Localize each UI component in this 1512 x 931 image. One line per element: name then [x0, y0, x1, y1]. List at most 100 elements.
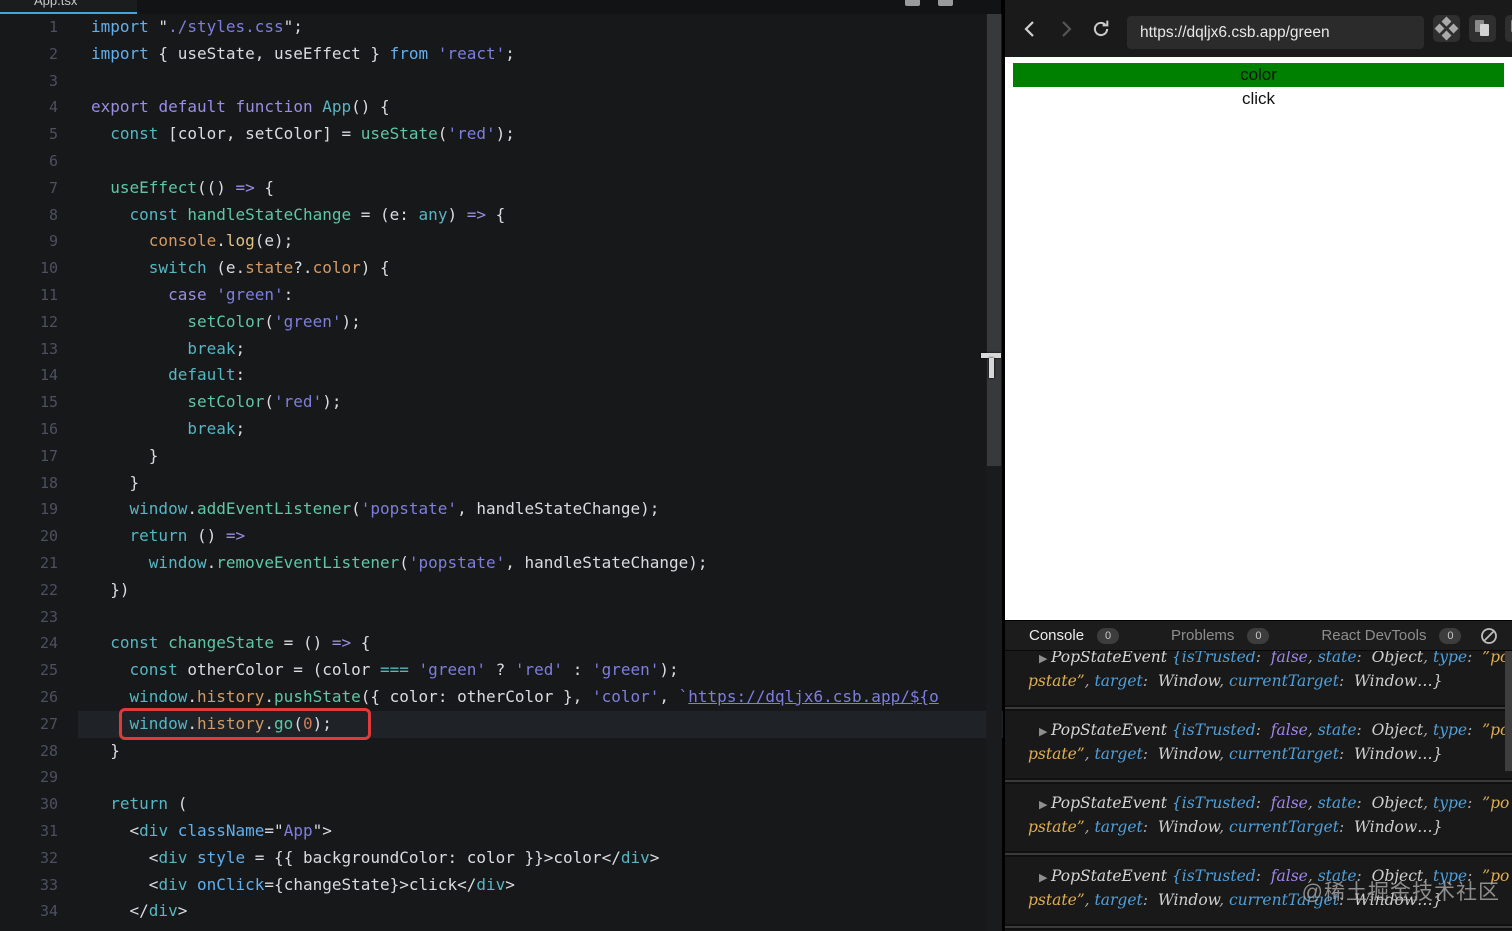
code-line[interactable]: 20 return () =>: [0, 523, 1003, 550]
editor-tab-bar: App.tsx: [0, 0, 1001, 14]
line-number: 20: [39, 527, 58, 546]
click-div[interactable]: click: [1005, 87, 1512, 111]
console-log-entry[interactable]: ▶ PopStateEvent {isTrusted: false, state…: [1005, 711, 1512, 778]
line-number: 33: [39, 875, 58, 894]
console-tab-label: Console: [1029, 627, 1085, 644]
console-tab-react-devtools[interactable]: React DevTools 0: [1321, 627, 1462, 644]
code-line[interactable]: 32 <div style = {{ backgroundColor: colo…: [0, 845, 1003, 872]
line-number: 19: [39, 500, 58, 519]
line-number: 24: [39, 634, 58, 653]
line-number: 9: [48, 232, 58, 251]
line-number: 26: [39, 687, 58, 706]
text-cursor-icon: [981, 353, 1003, 379]
console-tab-label: React DevTools: [1321, 627, 1427, 644]
url-input[interactable]: https://dqljx6.csb.app/green: [1127, 16, 1424, 49]
code-line[interactable]: 9 console.log(e);: [0, 228, 1003, 255]
line-number: 23: [39, 607, 58, 626]
code-line[interactable]: 34 </div>: [0, 898, 1003, 925]
tab-app-file[interactable]: App.tsx: [0, 0, 137, 14]
line-number: 11: [39, 285, 58, 304]
code-line[interactable]: 24 const changeState = () => {: [0, 630, 1003, 657]
code-line[interactable]: 6: [0, 148, 1003, 175]
refresh-button[interactable]: [1089, 17, 1113, 41]
code-line[interactable]: 12 setColor('green');: [0, 309, 1003, 336]
split-editor-icon[interactable]: [905, 0, 920, 6]
line-number: 25: [39, 661, 58, 680]
line-number: 27: [39, 714, 58, 733]
code-line[interactable]: 31 <div className="App">: [0, 818, 1003, 845]
watermark: @稀土掘金技术社区: [1301, 881, 1500, 904]
line-number: 4: [48, 98, 58, 117]
count-badge: 0: [1097, 627, 1120, 644]
line-number: 32: [39, 848, 58, 867]
code-line[interactable]: 7 useEffect(() => {: [0, 175, 1003, 202]
code-line[interactable]: 28 }: [0, 738, 1003, 765]
console-tab-bar: Console 0 Problems 0 React DevTools 0: [1005, 620, 1512, 651]
preview-pane: https://dqljx6.csb.app/green color click…: [1005, 0, 1512, 931]
line-number: 8: [48, 205, 58, 224]
line-number: 6: [48, 151, 58, 170]
line-number: 31: [39, 821, 58, 840]
code-line[interactable]: 11 case 'green':: [0, 282, 1003, 309]
count-badge: 0: [1439, 627, 1462, 644]
editor-scrollbar[interactable]: [986, 14, 1002, 931]
code-line[interactable]: 8 const handleStateChange = (e: any) => …: [0, 202, 1003, 229]
line-number: 21: [39, 553, 58, 572]
code-line[interactable]: 35 );: [0, 925, 1003, 931]
console-tab-console[interactable]: Console 0: [1029, 627, 1120, 644]
line-number: 16: [39, 419, 58, 438]
line-number: 10: [39, 259, 58, 278]
console-entry-divider: [1005, 924, 1512, 930]
console-tab-label: Problems: [1171, 627, 1235, 644]
code-line[interactable]: 16 break;: [0, 416, 1003, 443]
line-number: 18: [39, 473, 58, 492]
code-line[interactable]: 3: [0, 68, 1003, 95]
code-line[interactable]: 14 default:: [0, 362, 1003, 389]
line-number: 3: [48, 71, 58, 90]
code-line[interactable]: 22 }): [0, 577, 1003, 604]
code-line[interactable]: 19 window.addEventListener('popstate', h…: [0, 496, 1003, 523]
line-number: 34: [39, 902, 58, 921]
code-line[interactable]: 25 const otherColor = (color === 'green'…: [0, 657, 1003, 684]
forward-button[interactable]: [1054, 17, 1078, 41]
clipped-toolbar-icon[interactable]: [1505, 15, 1512, 42]
code-editor[interactable]: 1 import "./styles.css"; 2 import { useStat…: [0, 14, 1003, 931]
line-number: 30: [39, 795, 58, 814]
console-log-entry[interactable]: ▶ PopStateEvent {isTrusted: false, state…: [1005, 651, 1512, 705]
code-line[interactable]: 33 <div onClick={changeState}>click</div…: [0, 872, 1003, 899]
code-line[interactable]: 29: [0, 764, 1003, 791]
line-number: 7: [48, 178, 58, 197]
more-actions-icon[interactable]: [938, 0, 953, 6]
code-line[interactable]: 5 const [color, setColor] = useState('re…: [0, 121, 1003, 148]
line-number: 15: [39, 393, 58, 412]
code-line[interactable]: 1 import "./styles.css";: [0, 14, 1003, 41]
back-button[interactable]: [1018, 17, 1042, 41]
code-line[interactable]: 13 break;: [0, 336, 1003, 363]
line-number: 1: [48, 18, 58, 36]
console-scrollbar[interactable]: [1505, 651, 1512, 771]
code-line[interactable]: 10 switch (e.state?.color) {: [0, 255, 1003, 282]
line-number: 28: [39, 741, 58, 760]
annotation-red-box: [119, 708, 371, 740]
code-line[interactable]: 21 window.removeEventListener('popstate'…: [0, 550, 1003, 577]
code-line[interactable]: 23: [0, 604, 1003, 631]
code-lines: 1 import "./styles.css"; 2 import { useStat…: [0, 14, 1003, 931]
code-line[interactable]: 4 export default function App() {: [0, 94, 1003, 121]
editor-scrollbar-thumb[interactable]: [987, 14, 1001, 466]
code-line[interactable]: 26 window.history.pushState({ color: oth…: [0, 684, 1003, 711]
app-preview: color click: [1005, 57, 1512, 620]
color-div: color: [1013, 63, 1504, 87]
code-line[interactable]: 15 setColor('red');: [0, 389, 1003, 416]
code-line[interactable]: 2 import { useState, useEffect } from 're…: [0, 41, 1003, 68]
browser-toolbar: https://dqljx6.csb.app/green: [1005, 0, 1512, 57]
console-tab-problems[interactable]: Problems 0: [1171, 627, 1270, 644]
duplicate-window-icon[interactable]: [1469, 15, 1496, 42]
code-line[interactable]: 30 return (: [0, 791, 1003, 818]
open-in-new-layout-button[interactable]: [1433, 15, 1460, 42]
clear-console-icon[interactable]: [1480, 627, 1498, 645]
code-line[interactable]: 17 }: [0, 443, 1003, 470]
console-log-entry[interactable]: ▶ PopStateEvent {isTrusted: false, state…: [1005, 784, 1512, 851]
line-number: 14: [39, 366, 58, 385]
code-line[interactable]: 18 }: [0, 470, 1003, 497]
line-number: 5: [48, 125, 58, 144]
